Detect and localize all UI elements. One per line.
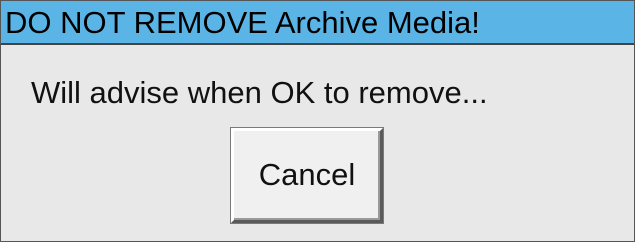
dialog-message: Will advise when OK to remove... bbox=[31, 75, 488, 110]
dialog-title: DO NOT REMOVE Archive Media! bbox=[5, 5, 480, 40]
archive-media-dialog: DO NOT REMOVE Archive Media! Will advise… bbox=[0, 0, 635, 242]
dialog-title-bar: DO NOT REMOVE Archive Media! bbox=[1, 1, 634, 45]
cancel-button-label: Cancel bbox=[258, 157, 356, 192]
cancel-button[interactable]: Cancel bbox=[231, 128, 383, 223]
